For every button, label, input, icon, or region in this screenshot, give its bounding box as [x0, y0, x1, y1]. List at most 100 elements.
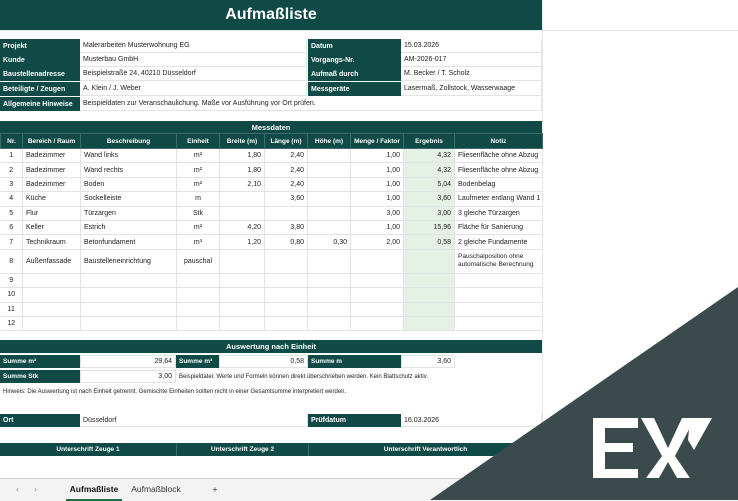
cell-menge[interactable]: 1,00	[350, 162, 404, 178]
cell-nr[interactable]: 7	[0, 234, 23, 250]
cell-laenge[interactable]	[264, 273, 308, 289]
cell-ergebnis[interactable]: 0,58	[403, 234, 455, 250]
cell-beschreibung[interactable]: Sockelleiste	[80, 191, 177, 207]
cell-laenge[interactable]	[264, 316, 308, 332]
cell-hoehe[interactable]	[307, 191, 351, 207]
cell-hoehe[interactable]: 0,30	[307, 234, 351, 250]
cell-notiz[interactable]	[454, 316, 543, 332]
col-header-notiz[interactable]: Notiz	[454, 133, 543, 149]
cell-laenge[interactable]	[264, 287, 308, 303]
cell-einheit[interactable]: m²	[176, 220, 220, 236]
cell-einheit[interactable]: Stk	[176, 206, 220, 221]
cell-breite[interactable]	[219, 273, 265, 289]
cell-breite[interactable]	[219, 191, 265, 207]
cell-bereich[interactable]: Außenfassade	[22, 249, 81, 274]
cell-notiz[interactable]: 2 gleiche Fundamente	[454, 234, 543, 250]
cell-breite[interactable]	[219, 206, 265, 221]
cell-menge[interactable]: 1,00	[350, 220, 404, 236]
cell-bereich[interactable]	[22, 302, 81, 317]
cell-bereich[interactable]: Flur	[22, 206, 81, 221]
cell-nr[interactable]: 3	[0, 177, 23, 193]
summe-m3-value[interactable]: 0,58	[219, 355, 308, 368]
cell-notiz[interactable]: Fläche für Sanierung	[454, 220, 543, 236]
pruefdatum-value[interactable]: 16.03.2026	[401, 414, 542, 427]
cell-ergebnis[interactable]: 5,04	[403, 177, 455, 193]
cell-einheit[interactable]: pauschal	[176, 249, 220, 274]
tab-aufmassblock[interactable]: Aufmaßblock	[126, 479, 186, 499]
cell-bereich[interactable]: Badezimmer	[22, 148, 81, 164]
cell-notiz[interactable]	[454, 287, 543, 303]
summe-m-value[interactable]: 3,60	[401, 355, 455, 368]
cell-beschreibung[interactable]: Betonfundament	[80, 234, 177, 250]
cell-menge[interactable]	[350, 287, 404, 303]
cell-beschreibung[interactable]: Boden	[80, 177, 177, 193]
cell-nr[interactable]: 12	[0, 316, 23, 332]
cell-hoehe[interactable]	[307, 302, 351, 317]
info-value-hinweise[interactable]: Beispieldaten zur Veranschaulichung. Maß…	[80, 97, 542, 111]
cell-beschreibung[interactable]: Baustelleneinrichtung	[80, 249, 177, 274]
cell-ergebnis[interactable]: 4,32	[403, 162, 455, 178]
cell-breite[interactable]: 1,20	[219, 234, 265, 250]
cell-bereich[interactable]: Küche	[22, 191, 81, 207]
cell-laenge[interactable]	[264, 249, 308, 274]
info-value-adresse[interactable]: Beispielstraße 24, 40210 Düsseldorf	[80, 67, 307, 81]
col-header-nr[interactable]: Nr.	[0, 133, 23, 149]
col-header-laenge[interactable]: Länge (m)	[264, 133, 308, 149]
info-value-aufmass-durch[interactable]: M. Becker / T. Scholz	[401, 67, 542, 81]
cell-hoehe[interactable]	[307, 249, 351, 274]
cell-bereich[interactable]: Keller	[22, 220, 81, 236]
col-header-beschreibung[interactable]: Beschreibung	[80, 133, 177, 149]
cell-breite[interactable]	[219, 287, 265, 303]
cell-menge[interactable]: 1,00	[350, 191, 404, 207]
cell-hoehe[interactable]	[307, 273, 351, 289]
cell-nr[interactable]: 11	[0, 302, 23, 317]
cell-hoehe[interactable]	[307, 148, 351, 164]
summe-m2-value[interactable]: 29,64	[80, 355, 176, 368]
cell-beschreibung[interactable]: Wand rechts	[80, 162, 177, 178]
cell-breite[interactable]: 2,10	[219, 177, 265, 193]
summe-stk-value[interactable]: 3,00	[80, 370, 176, 383]
cell-nr[interactable]: 8	[0, 249, 23, 274]
add-sheet-button[interactable]: +	[206, 479, 224, 499]
cell-menge[interactable]	[350, 249, 404, 274]
chevron-left-icon[interactable]: ‹	[16, 484, 19, 494]
cell-breite[interactable]	[219, 249, 265, 274]
cell-hoehe[interactable]	[307, 162, 351, 178]
cell-notiz[interactable]	[454, 273, 543, 289]
cell-notiz[interactable]	[454, 302, 543, 317]
cell-beschreibung[interactable]	[80, 287, 177, 303]
cell-bereich[interactable]	[22, 316, 81, 332]
cell-menge[interactable]	[350, 316, 404, 332]
cell-ergebnis[interactable]: 3,00	[403, 206, 455, 221]
cell-laenge[interactable]: 2,40	[264, 162, 308, 178]
cell-notiz[interactable]: Fliesenfläche ohne Abzug	[454, 148, 543, 164]
cell-notiz[interactable]: Bodenbelag	[454, 177, 543, 193]
cell-menge[interactable]	[350, 302, 404, 317]
cell-bereich[interactable]: Technikraum	[22, 234, 81, 250]
cell-nr[interactable]: 9	[0, 273, 23, 289]
ort-value[interactable]: Düsseldorf	[80, 414, 308, 427]
cell-nr[interactable]: 2	[0, 162, 23, 178]
col-header-einheit[interactable]: Einheit	[176, 133, 220, 149]
col-header-menge[interactable]: Menge / Faktor	[350, 133, 404, 149]
cell-beschreibung[interactable]	[80, 273, 177, 289]
cell-breite[interactable]	[219, 302, 265, 317]
cell-ergebnis[interactable]	[403, 302, 455, 317]
cell-bereich[interactable]	[22, 287, 81, 303]
cell-laenge[interactable]: 2,40	[264, 148, 308, 164]
cell-einheit[interactable]: m³	[176, 234, 220, 250]
cell-ergebnis[interactable]	[403, 316, 455, 332]
cell-bereich[interactable]: Badezimmer	[22, 177, 81, 193]
info-value-kunde[interactable]: Musterbau GmbH	[80, 53, 307, 67]
tab-aufmassliste[interactable]: Aufmaßliste	[66, 479, 122, 501]
cell-breite[interactable]	[219, 316, 265, 332]
chevron-right-icon[interactable]: ›	[34, 484, 37, 494]
cell-einheit[interactable]	[176, 273, 220, 289]
cell-ergebnis[interactable]	[403, 287, 455, 303]
cell-laenge[interactable]: 0,80	[264, 234, 308, 250]
cell-nr[interactable]: 10	[0, 287, 23, 303]
cell-beschreibung[interactable]: Estrich	[80, 220, 177, 236]
cell-einheit[interactable]	[176, 302, 220, 317]
cell-hoehe[interactable]	[307, 220, 351, 236]
cell-hoehe[interactable]	[307, 316, 351, 332]
